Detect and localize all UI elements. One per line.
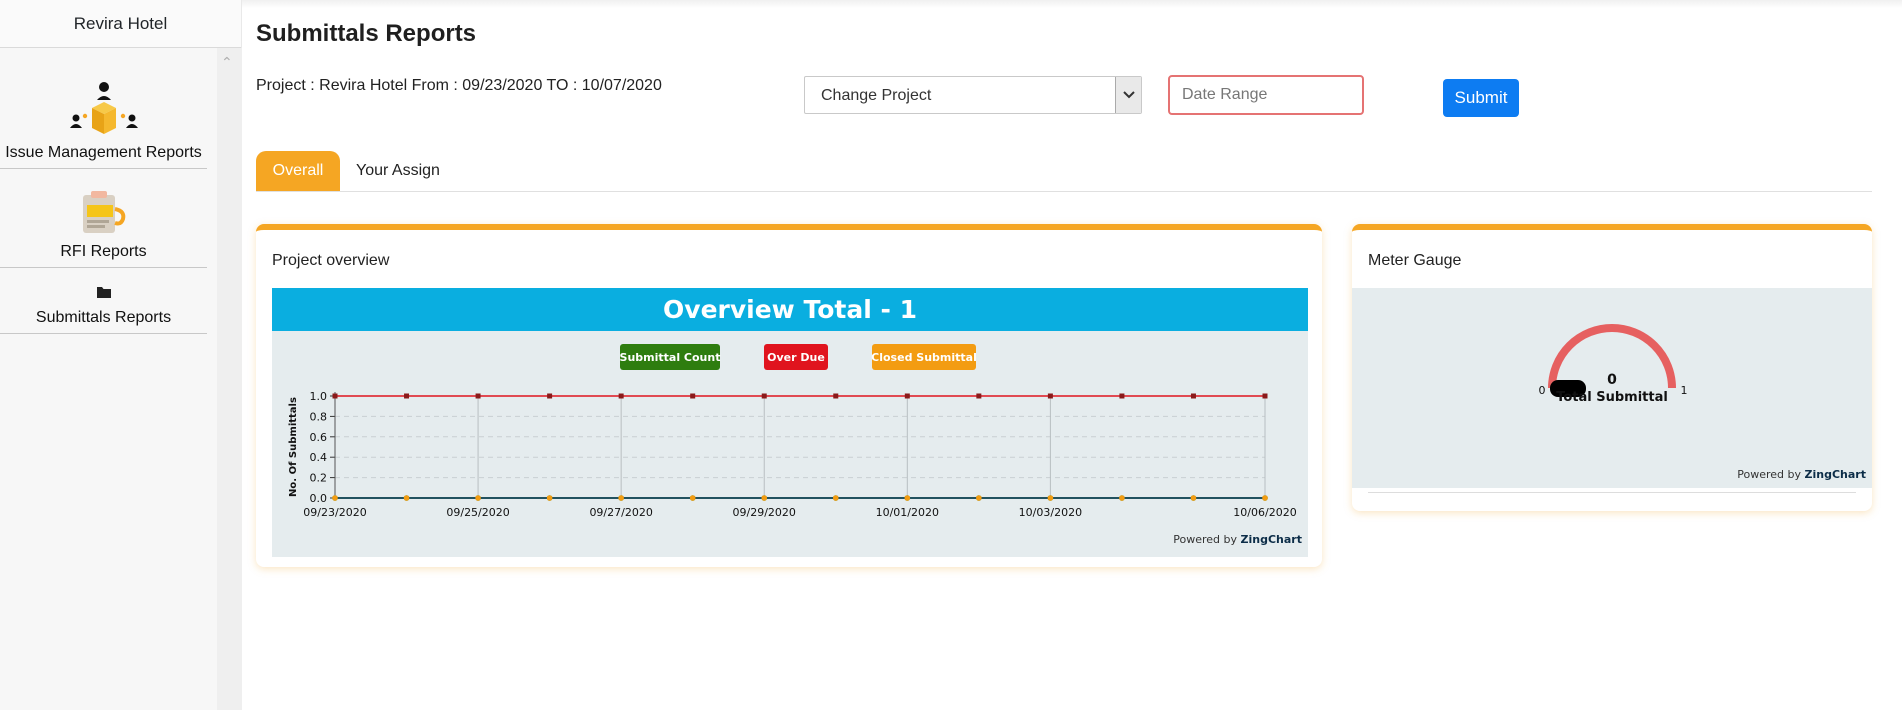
overview-chart: Overview Total - 1 Submittal Count Over Du… bbox=[272, 288, 1308, 557]
powered-by-label: Powered by ZingChart bbox=[1737, 468, 1866, 481]
sidebar: Revira Hotel Issue Management Reports RF… bbox=[0, 0, 242, 710]
change-project-select[interactable]: Change Project bbox=[804, 76, 1142, 114]
x-tick-label: 10/06/2020 bbox=[1233, 506, 1296, 519]
data-point bbox=[1262, 495, 1268, 501]
data-point bbox=[332, 393, 338, 399]
folder-icon bbox=[96, 287, 111, 298]
y-tick-label: 0.2 bbox=[310, 472, 328, 485]
overview-line-chart: Overview Total - 1 Submittal Count Over Du… bbox=[272, 288, 1308, 546]
data-point bbox=[689, 495, 696, 501]
card-title: Meter Gauge bbox=[1368, 252, 1462, 269]
gauge-max-label: 1 bbox=[1681, 384, 1688, 397]
x-tick-label: 09/23/2020 bbox=[303, 506, 366, 519]
y-tick-label: 0.0 bbox=[310, 492, 328, 505]
top-shadow bbox=[242, 0, 1902, 8]
data-point bbox=[1119, 495, 1125, 501]
data-point bbox=[332, 495, 338, 501]
sidebar-item-issue-management-reports[interactable]: Issue Management Reports bbox=[0, 48, 207, 169]
tabs-divider bbox=[256, 191, 1872, 192]
sidebar-item-submittals-reports[interactable]: Submittals Reports bbox=[0, 268, 207, 334]
x-tick-label: 09/25/2020 bbox=[446, 506, 509, 519]
gauge-divider bbox=[1368, 492, 1856, 493]
chevron-down-icon[interactable] bbox=[1115, 77, 1141, 113]
data-point bbox=[1047, 495, 1054, 501]
gauge-label: Total Submittal bbox=[1556, 390, 1668, 405]
meter-gauge-card: Meter Gauge 0 1 0 Total Submittal Powered by… bbox=[1352, 224, 1872, 511]
meter-gauge-chart: 0 1 0 Total Submittal Powered by ZingChart bbox=[1539, 324, 1866, 481]
sidebar-item-label: Submittals Reports bbox=[35, 309, 172, 326]
data-point bbox=[761, 495, 768, 501]
x-tick-label: 10/03/2020 bbox=[1019, 506, 1082, 519]
date-range-input[interactable] bbox=[1168, 75, 1364, 115]
x-tick-label: 09/27/2020 bbox=[589, 506, 652, 519]
data-point bbox=[475, 495, 481, 501]
clipboard-icon bbox=[82, 191, 125, 233]
data-point bbox=[618, 495, 624, 501]
y-tick-label: 0.4 bbox=[310, 451, 328, 464]
data-point bbox=[904, 393, 910, 399]
page-title: Submittals Reports bbox=[256, 20, 477, 47]
data-point bbox=[976, 393, 982, 399]
x-tick-label: 09/29/2020 bbox=[733, 506, 796, 519]
sidebar-item-label: RFI Reports bbox=[60, 243, 147, 260]
data-point bbox=[833, 393, 839, 399]
submit-button[interactable]: Submit bbox=[1443, 79, 1519, 117]
sidebar-menu: Issue Management Reports RFI Reports Sub… bbox=[0, 48, 207, 334]
data-point bbox=[546, 495, 553, 501]
legend-label: Submittal Count bbox=[620, 351, 721, 364]
data-point bbox=[1262, 393, 1268, 399]
select-value: Change Project bbox=[821, 87, 932, 104]
data-point bbox=[1190, 495, 1197, 501]
sidebar-project-title: Revira Hotel bbox=[0, 0, 241, 48]
tab-your-assign[interactable]: Your Assign bbox=[346, 151, 450, 191]
legend-label: Closed Submittal bbox=[871, 351, 977, 364]
data-point bbox=[403, 495, 410, 501]
team-box-icon bbox=[69, 82, 138, 134]
data-point bbox=[404, 393, 410, 399]
card-title: Project overview bbox=[272, 252, 390, 269]
data-point bbox=[761, 393, 767, 399]
main-content: Submittals Reports Project : Revira Hote… bbox=[242, 0, 1902, 710]
project-overview-card: Project overview Overview Total - 1 Submi… bbox=[256, 224, 1322, 567]
y-tick-label: 0.6 bbox=[310, 431, 328, 444]
data-point bbox=[618, 393, 624, 399]
sidebar-scrollbar[interactable]: ⌃ bbox=[217, 48, 242, 710]
gauge-min-label: 0 bbox=[1539, 384, 1546, 397]
chart-title: Overview Total - 1 bbox=[663, 295, 917, 324]
data-point bbox=[1119, 393, 1125, 399]
y-axis-label: No. Of Submittals bbox=[288, 397, 299, 497]
gauge-chart-area: 0 1 0 Total Submittal Powered by ZingChart bbox=[1352, 288, 1872, 488]
powered-by-label: Powered by ZingChart bbox=[1173, 533, 1302, 546]
y-tick-label: 0.8 bbox=[310, 410, 328, 423]
chevron-up-icon[interactable]: ⌃ bbox=[221, 54, 233, 71]
data-point bbox=[976, 495, 982, 501]
data-point bbox=[904, 495, 911, 501]
y-tick-label: 1.0 bbox=[310, 390, 328, 403]
data-point bbox=[547, 393, 553, 399]
project-info: Project : Revira Hotel From : 09/23/2020… bbox=[256, 77, 662, 94]
data-point bbox=[1047, 393, 1053, 399]
data-point bbox=[475, 393, 481, 399]
data-point bbox=[1190, 393, 1196, 399]
sidebar-item-rfi-reports[interactable]: RFI Reports bbox=[0, 169, 207, 268]
sidebar-item-label: Issue Management Reports bbox=[5, 144, 202, 161]
data-point bbox=[832, 495, 839, 501]
gauge-value: 0 bbox=[1607, 372, 1617, 388]
x-tick-label: 10/01/2020 bbox=[876, 506, 939, 519]
legend-label: Over Due bbox=[767, 351, 825, 364]
data-point bbox=[690, 393, 696, 399]
tab-overall[interactable]: Overall bbox=[256, 151, 340, 191]
